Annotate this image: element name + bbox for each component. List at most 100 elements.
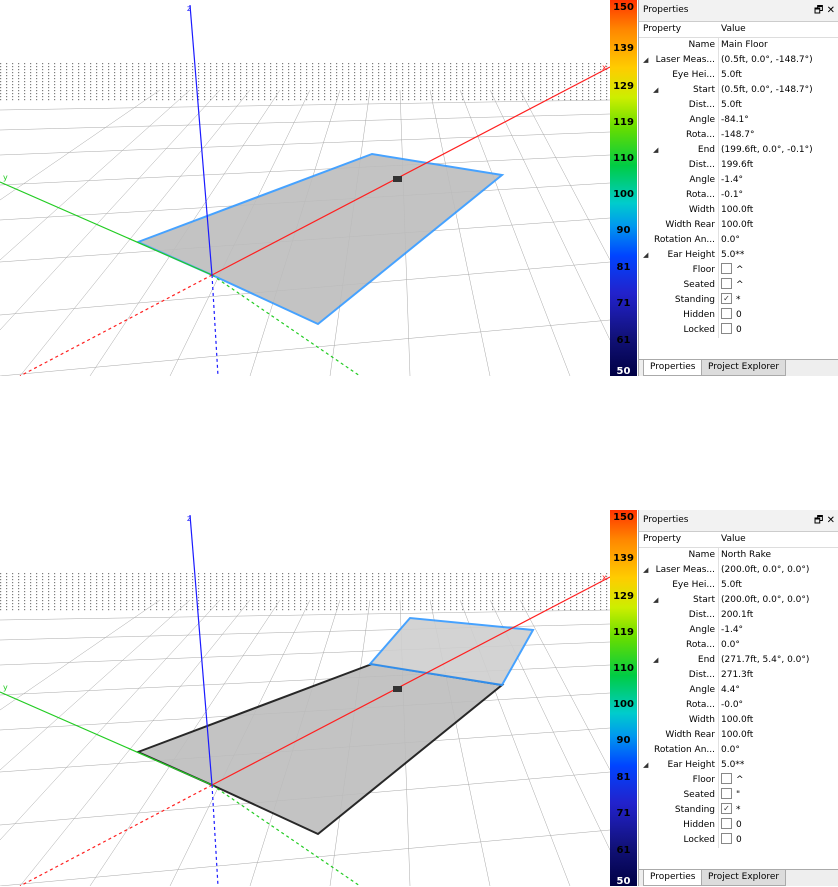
3d-viewport[interactable]: z y x: [0, 510, 610, 886]
property-row[interactable]: Hidden 0: [639, 308, 838, 323]
property-row[interactable]: Standing ✓ *: [639, 293, 838, 308]
property-value[interactable]: -1.4°: [721, 173, 743, 188]
property-row[interactable]: Rotation An... 0.0°: [639, 233, 838, 248]
checkbox[interactable]: ✓: [721, 293, 732, 304]
property-value[interactable]: 4.4°: [721, 683, 740, 698]
property-row[interactable]: Rota... -0.0°: [639, 698, 838, 713]
property-value[interactable]: 0.0°: [721, 638, 740, 653]
property-row[interactable]: Standing ✓ *: [639, 803, 838, 818]
property-row[interactable]: Angle -1.4°: [639, 173, 838, 188]
property-row[interactable]: Locked 0: [639, 833, 838, 848]
property-row[interactable]: Eye Hei... 5.0ft: [639, 578, 838, 593]
property-row[interactable]: Width 100.0ft: [639, 713, 838, 728]
property-row[interactable]: Name Main Floor: [639, 38, 838, 53]
property-row[interactable]: Eye Hei... 5.0ft: [639, 68, 838, 83]
property-value[interactable]: (0.5ft, 0.0°, -148.7°): [721, 83, 813, 98]
property-row[interactable]: Floor ^: [639, 263, 838, 278]
property-value[interactable]: ^: [721, 773, 744, 788]
property-value[interactable]: (0.5ft, 0.0°, -148.7°): [721, 53, 813, 68]
property-row[interactable]: ◢ End (271.7ft, 5.4°, 0.0°): [639, 653, 838, 668]
column-value[interactable]: Value: [721, 22, 746, 37]
property-row[interactable]: Dist... 200.1ft: [639, 608, 838, 623]
window-controls-icon[interactable]: 🗗 ✕: [814, 510, 835, 531]
property-row[interactable]: Angle 4.4°: [639, 683, 838, 698]
property-row[interactable]: ◢ Ear Height 5.0**: [639, 758, 838, 773]
property-row[interactable]: Dist... 199.6ft: [639, 158, 838, 173]
checkbox[interactable]: ✓: [721, 803, 732, 814]
property-row[interactable]: Angle -84.1°: [639, 113, 838, 128]
property-row[interactable]: Rota... -0.1°: [639, 188, 838, 203]
3d-viewport[interactable]: z y x: [0, 0, 610, 376]
property-value[interactable]: 0: [721, 308, 742, 323]
property-value[interactable]: 200.1ft: [721, 608, 753, 623]
property-value[interactable]: 5.0**: [721, 758, 744, 773]
property-value[interactable]: ^: [721, 278, 744, 293]
checkbox[interactable]: [721, 833, 732, 844]
property-value[interactable]: -0.0°: [721, 698, 743, 713]
property-row[interactable]: Locked 0: [639, 323, 838, 338]
property-row[interactable]: ◢ Start (0.5ft, 0.0°, -148.7°): [639, 83, 838, 98]
checkbox[interactable]: [721, 788, 732, 799]
property-value[interactable]: -148.7°: [721, 128, 755, 143]
property-value[interactable]: ✓ *: [721, 803, 741, 818]
property-row[interactable]: Dist... 5.0ft: [639, 98, 838, 113]
property-value[interactable]: 0: [721, 323, 742, 338]
property-row[interactable]: Rota... -148.7°: [639, 128, 838, 143]
property-row[interactable]: Name North Rake: [639, 548, 838, 563]
property-value[interactable]: -1.4°: [721, 623, 743, 638]
checkbox[interactable]: [721, 308, 732, 319]
property-value[interactable]: -0.1°: [721, 188, 743, 203]
property-row[interactable]: Angle -1.4°: [639, 623, 838, 638]
property-row[interactable]: Width Rear 100.0ft: [639, 218, 838, 233]
property-value[interactable]: ^: [721, 263, 744, 278]
property-row[interactable]: Width 100.0ft: [639, 203, 838, 218]
property-value[interactable]: 100.0ft: [721, 203, 753, 218]
checkbox[interactable]: [721, 278, 732, 289]
property-row[interactable]: ◢ Start (200.0ft, 0.0°, 0.0°): [639, 593, 838, 608]
tab-project-explorer[interactable]: Project Explorer: [701, 360, 787, 376]
property-row[interactable]: Dist... 271.3ft: [639, 668, 838, 683]
property-row[interactable]: Hidden 0: [639, 818, 838, 833]
property-row[interactable]: ◢ Laser Meas... (200.0ft, 0.0°, 0.0°): [639, 563, 838, 578]
property-row[interactable]: Seated ^: [639, 278, 838, 293]
property-value[interactable]: 5.0ft: [721, 98, 742, 113]
property-value[interactable]: ": [721, 788, 740, 803]
tab-project-explorer[interactable]: Project Explorer: [701, 870, 787, 886]
checkbox[interactable]: [721, 263, 732, 274]
property-value[interactable]: 0: [721, 818, 742, 833]
column-property[interactable]: Property: [643, 22, 681, 37]
property-value[interactable]: 100.0ft: [721, 713, 753, 728]
property-value[interactable]: 199.6ft: [721, 158, 753, 173]
property-value[interactable]: Main Floor: [721, 38, 768, 53]
column-property[interactable]: Property: [643, 532, 681, 547]
property-value[interactable]: 100.0ft: [721, 218, 753, 233]
property-value[interactable]: ✓ *: [721, 293, 741, 308]
property-value[interactable]: 0: [721, 833, 742, 848]
property-value[interactable]: 5.0**: [721, 248, 744, 263]
column-value[interactable]: Value: [721, 532, 746, 547]
property-value[interactable]: 5.0ft: [721, 68, 742, 83]
property-row[interactable]: Rotation An... 0.0°: [639, 743, 838, 758]
tab-properties[interactable]: Properties: [643, 870, 703, 886]
property-row[interactable]: ◢ Laser Meas... (0.5ft, 0.0°, -148.7°): [639, 53, 838, 68]
checkbox[interactable]: [721, 818, 732, 829]
property-value[interactable]: 271.3ft: [721, 668, 753, 683]
property-value[interactable]: (200.0ft, 0.0°, 0.0°): [721, 563, 809, 578]
property-value[interactable]: 0.0°: [721, 233, 740, 248]
property-value[interactable]: (200.0ft, 0.0°, 0.0°): [721, 593, 809, 608]
property-row[interactable]: Width Rear 100.0ft: [639, 728, 838, 743]
checkbox[interactable]: [721, 773, 732, 784]
property-value[interactable]: 100.0ft: [721, 728, 753, 743]
property-row[interactable]: Rota... 0.0°: [639, 638, 838, 653]
property-row[interactable]: ◢ End (199.6ft, 0.0°, -0.1°): [639, 143, 838, 158]
tab-properties[interactable]: Properties: [643, 360, 703, 376]
property-row[interactable]: Floor ^: [639, 773, 838, 788]
property-row[interactable]: ◢ Ear Height 5.0**: [639, 248, 838, 263]
property-value[interactable]: (199.6ft, 0.0°, -0.1°): [721, 143, 813, 158]
window-controls-icon[interactable]: 🗗 ✕: [814, 0, 835, 21]
checkbox[interactable]: [721, 323, 732, 334]
property-value[interactable]: 0.0°: [721, 743, 740, 758]
property-value[interactable]: -84.1°: [721, 113, 749, 128]
property-value[interactable]: (271.7ft, 5.4°, 0.0°): [721, 653, 809, 668]
property-row[interactable]: Seated ": [639, 788, 838, 803]
